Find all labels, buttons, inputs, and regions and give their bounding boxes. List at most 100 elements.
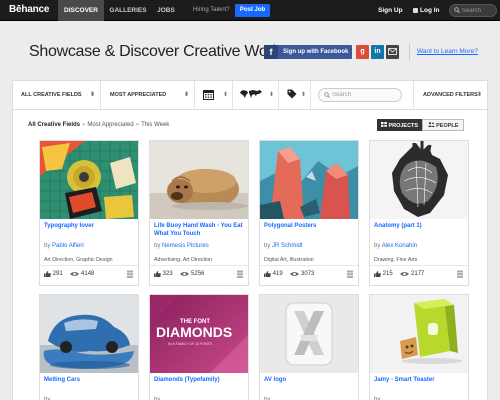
views-count: 4148 [81,271,95,277]
add-to-collection-icon[interactable] [456,270,464,278]
melting-car-render [40,295,138,373]
add-to-collection-icon[interactable] [236,270,244,278]
project-card[interactable]: Jamy - Smart Toaster by [369,294,469,400]
facebook-icon: f [264,45,278,59]
by-label: by [374,243,381,249]
project-fields: Drawing, Fine Arts [374,257,418,263]
advanced-filters-dropdown[interactable]: ADVANCED FILTERS ⬍ [413,81,487,109]
updown-arrow-icon: ⬍ [268,92,274,98]
linkedin-button[interactable]: in [371,45,384,59]
breadcrumb-sort[interactable]: Most Appreciated [87,122,133,128]
project-title[interactable]: Life Buoy Hand Wash - You Eat What You T… [154,222,246,238]
project-stats: 215 2177 [374,271,424,278]
search-icon [324,92,330,98]
project-card[interactable]: Melting Cars by [39,294,139,400]
project-fields: Advertising, Art Direction [154,257,212,263]
add-to-collection-icon[interactable] [346,270,354,278]
nav-discover[interactable]: DISCOVER [58,0,104,21]
project-thumbnail[interactable] [260,295,358,373]
project-title[interactable]: Jamy - Smart Toaster [374,376,466,384]
project-thumbnail[interactable] [40,295,138,373]
author-link[interactable]: Alex Konahin [382,243,417,249]
project-card[interactable]: Life Buoy Hand Wash - You Eat What You T… [149,140,249,286]
project-card[interactable]: Polygonal Posters by JR Schmidt Digital … [259,140,359,286]
card-divider [260,265,358,266]
sort-dropdown[interactable]: MOST APPRECIATED ⬍ [101,81,195,109]
project-thumbnail[interactable] [370,141,468,219]
project-author: by Alex Konahin [374,243,417,249]
project-title[interactable]: AV logo [264,376,356,384]
author-link[interactable]: JR Schmidt [272,243,303,249]
project-card[interactable]: AV logo by [259,294,359,400]
appreciate-icon [154,271,161,277]
add-to-collection-icon[interactable] [126,270,134,278]
updown-arrow-icon: ⬍ [300,92,306,98]
hiring-text: Hiring Talent? [193,7,230,13]
breadcrumb-fields[interactable]: All Creative Fields [28,122,80,128]
hero-divider [409,44,410,60]
project-title[interactable]: Melting Cars [44,376,136,384]
project-card[interactable]: Typography lover by Pablo Alfieri Art Di… [39,140,139,286]
envelope-icon [388,48,397,55]
location-filter[interactable]: ⬍ [233,81,279,109]
diamonds-sub-text: IN A FAMILY OF 13 FONTS [168,342,213,346]
smart-toaster-render [370,295,468,373]
project-title[interactable]: Diamonds (Typefamily) [154,376,246,384]
filter-search[interactable] [318,88,402,102]
top-search[interactable] [449,4,497,17]
projects-toggle[interactable]: PROJECTS [377,119,422,131]
top-search-input[interactable] [462,6,494,15]
project-title[interactable]: Anatomy (part 1) [374,222,466,230]
project-thumbnail[interactable] [260,141,358,219]
linkedin-icon: in [374,48,381,55]
views-icon [70,272,80,276]
nav-jobs[interactable]: JOBS [152,0,180,21]
author-link[interactable]: Nemesis Pictures [162,243,209,249]
grid-icon [380,122,387,127]
post-job-button[interactable]: Post Job [235,4,270,17]
sign-up-link[interactable]: Sign Up [378,0,403,21]
people-toggle[interactable]: PEOPLE [422,119,464,131]
project-stats: 323 5256 [154,271,204,278]
appreciate-icon [374,271,381,277]
likes-count: 215 [382,271,393,277]
learn-more-link[interactable]: Want to Learn More? [417,48,478,55]
project-card[interactable]: THE FONT DIAMONDS IN A FAMILY OF 13 FONT… [149,294,249,400]
log-in-link[interactable]: Log In [413,0,440,21]
nav-galleries[interactable]: GALLERIES [106,0,150,21]
google-plus-button[interactable]: g [356,45,369,59]
project-thumbnail[interactable] [40,141,138,219]
card-divider [150,265,248,266]
top-nav: Bēhance DISCOVER GALLERIES JOBS Hiring T… [0,0,500,21]
views-count: 3073 [301,271,315,277]
project-thumbnail[interactable] [150,141,248,219]
author-link[interactable]: Pablo Alfieri [52,243,84,249]
breadcrumb-separator: » [135,122,140,128]
anatomical-heart-drawing [370,141,468,219]
polygonal-poster-art [260,141,358,219]
breadcrumb-period[interactable]: This Week [141,122,169,128]
behance-logo[interactable]: Bēhance [9,4,49,15]
project-author: by Nemesis Pictures [154,243,209,249]
sort-label: MOST APPRECIATED [110,92,167,98]
appreciate-icon [264,271,271,277]
diamonds-big-text: DIAMONDS [156,324,232,340]
time-filter[interactable]: ⬍ [195,81,233,109]
diamonds-typeface-poster: THE FONT DIAMONDS IN A FAMILY OF 13 FONT… [150,295,248,373]
card-divider [40,265,138,266]
project-title[interactable]: Polygonal Posters [264,222,356,230]
project-card[interactable]: Anatomy (part 1) by Alex Konahin Drawing… [369,140,469,286]
project-thumbnail[interactable] [370,295,468,373]
views-count: 2177 [411,271,425,277]
facebook-signup-button[interactable]: f Sign up with Facebook [264,45,352,59]
project-title[interactable]: Typography lover [44,222,136,230]
project-thumbnail[interactable]: THE FONT DIAMONDS IN A FAMILY OF 13 FONT… [150,295,248,373]
creative-fields-dropdown[interactable]: ALL CREATIVE FIELDS ⬍ [13,81,101,109]
filter-search-input[interactable] [332,91,398,99]
tags-filter[interactable]: ⬍ [279,81,311,109]
views-icon [290,272,300,276]
search-icon [454,7,460,13]
email-button[interactable] [386,45,399,59]
breadcrumb: All Creative Fields» Most Appreciated» Thi… [28,122,169,128]
project-stats: 419 3073 [264,271,314,278]
